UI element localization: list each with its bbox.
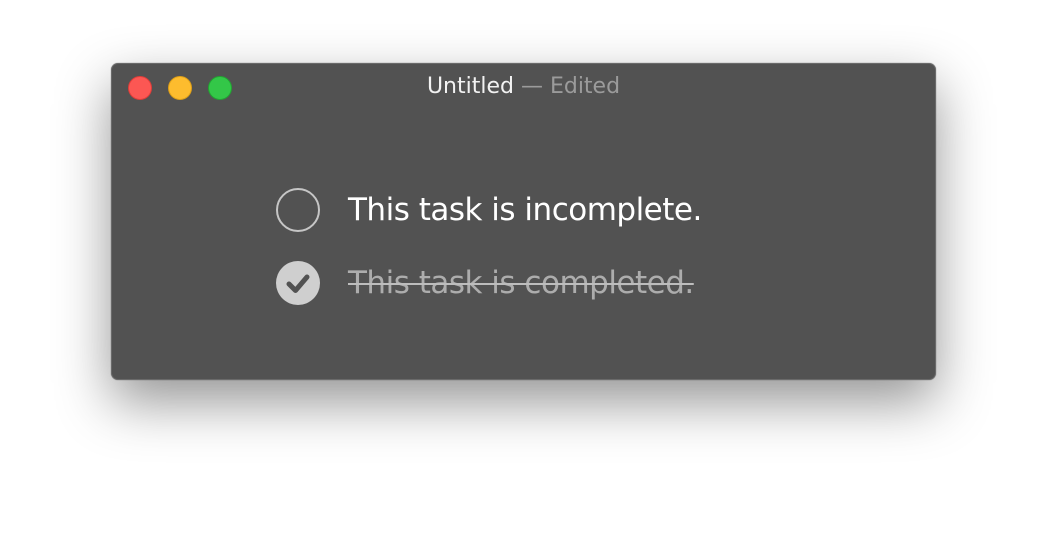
task-item-completed: This task is completed.	[276, 261, 694, 305]
app-window: Untitled — Edited This task is incomplet…	[111, 63, 936, 380]
title-bar[interactable]: Untitled — Edited	[112, 64, 935, 110]
task-label[interactable]: This task is incomplete.	[348, 188, 702, 232]
task-item-incomplete: This task is incomplete.	[276, 188, 702, 232]
document-name: Untitled	[426, 74, 514, 99]
window-title: Untitled — Edited	[112, 72, 935, 102]
task-label[interactable]: This task is completed.	[348, 261, 694, 305]
checkmark-circle-icon[interactable]	[276, 261, 320, 305]
empty-circle-checkbox-icon[interactable]	[276, 188, 320, 232]
edited-status: — Edited	[513, 74, 621, 99]
